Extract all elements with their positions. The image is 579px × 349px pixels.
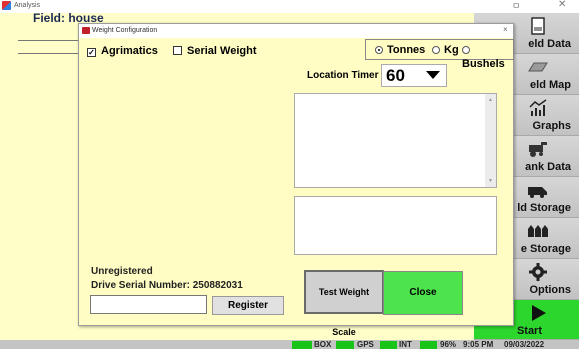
unit-kg-radio[interactable]: Kg xyxy=(432,43,459,57)
location-timer-select[interactable]: 60 xyxy=(381,64,447,87)
serial-weight-checkbox[interactable]: Serial Weight xyxy=(173,44,256,58)
app-title: Analysis xyxy=(14,2,41,9)
nav-label: ank Data xyxy=(525,161,571,173)
status-indicator xyxy=(380,341,397,349)
test-weight-scale-button[interactable]: Test Weight Scale xyxy=(304,270,384,337)
nav-label: Options xyxy=(529,284,571,296)
minimize-button[interactable]: ㅁ xyxy=(512,0,520,12)
checkbox-checked-icon: ✓ xyxy=(87,48,96,57)
scale-log-list[interactable]: ▲ ▼ xyxy=(294,93,497,188)
combine-icon xyxy=(529,142,547,157)
dialog-app-icon xyxy=(82,27,90,34)
unit-tonnes-radio[interactable]: Tonnes xyxy=(375,43,425,57)
start-label: Start xyxy=(516,325,542,337)
registration-status: Unregistered xyxy=(91,266,153,277)
close-button[interactable]: Close xyxy=(383,271,463,315)
scroll-down-icon[interactable]: ▼ xyxy=(488,178,493,184)
unit-tonnes-label: Tonnes xyxy=(387,44,426,56)
radio-icon xyxy=(462,46,470,54)
list-scrollbar[interactable]: ▲ ▼ xyxy=(485,94,496,187)
status-box: BOX xyxy=(314,340,332,349)
scroll-up-icon[interactable]: ▲ xyxy=(488,97,493,103)
weight-configuration-dialog: Weight Configuration × ✓ Agrimatics Seria… xyxy=(78,23,514,337)
unit-bushels-label: Bushels xyxy=(462,58,505,70)
gear-icon xyxy=(529,263,547,281)
chart-icon xyxy=(529,99,547,116)
nav-label: eld Data xyxy=(528,38,571,50)
status-date: 09/03/2022 xyxy=(504,340,545,349)
close-window-button[interactable]: ✕ xyxy=(558,0,566,10)
nav-label: e Storage xyxy=(520,243,571,255)
truck-icon xyxy=(528,187,547,198)
status-gps: GPS xyxy=(357,340,374,349)
status-int: INT xyxy=(399,340,412,349)
unit-bushels-radio[interactable]: Bushels xyxy=(462,43,513,71)
unit-kg-label: Kg xyxy=(444,44,459,56)
map-icon xyxy=(528,62,548,72)
radio-icon xyxy=(432,46,440,54)
radio-selected-icon xyxy=(375,46,383,54)
field-divider xyxy=(18,40,78,54)
checkbox-icon xyxy=(173,46,182,55)
status-indicator xyxy=(420,341,437,349)
app-icon xyxy=(2,1,11,10)
play-icon xyxy=(532,305,546,321)
register-button[interactable]: Register xyxy=(212,296,284,315)
nav-label: ld Storage xyxy=(517,202,571,214)
nav-label: eld Map xyxy=(530,79,571,91)
scale-output-box[interactable] xyxy=(294,196,497,255)
location-timer-label: Location Timer xyxy=(307,70,379,81)
drive-serial-number: Drive Serial Number: 250882031 xyxy=(91,280,243,291)
serial-weight-label: Serial Weight xyxy=(187,45,257,57)
battery-level: 96% xyxy=(440,340,457,349)
status-time: 9:05 PM xyxy=(463,340,494,349)
nav-label: Graphs xyxy=(532,120,571,132)
bins-icon xyxy=(528,225,548,237)
document-icon xyxy=(531,17,545,35)
dialog-title: Weight Configuration xyxy=(92,27,158,34)
dialog-close-icon[interactable]: × xyxy=(503,25,508,34)
location-timer-value: 60 xyxy=(386,66,405,85)
registration-code-input[interactable] xyxy=(90,295,207,314)
status-indicator xyxy=(292,341,312,349)
chevron-down-icon xyxy=(426,71,440,79)
units-radio-group: Tonnes Kg Bushels xyxy=(365,39,514,70)
agrimatics-checkbox[interactable]: ✓ Agrimatics xyxy=(87,44,158,58)
dialog-titlebar: Weight Configuration × xyxy=(79,24,513,38)
agrimatics-label: Agrimatics xyxy=(101,45,158,57)
